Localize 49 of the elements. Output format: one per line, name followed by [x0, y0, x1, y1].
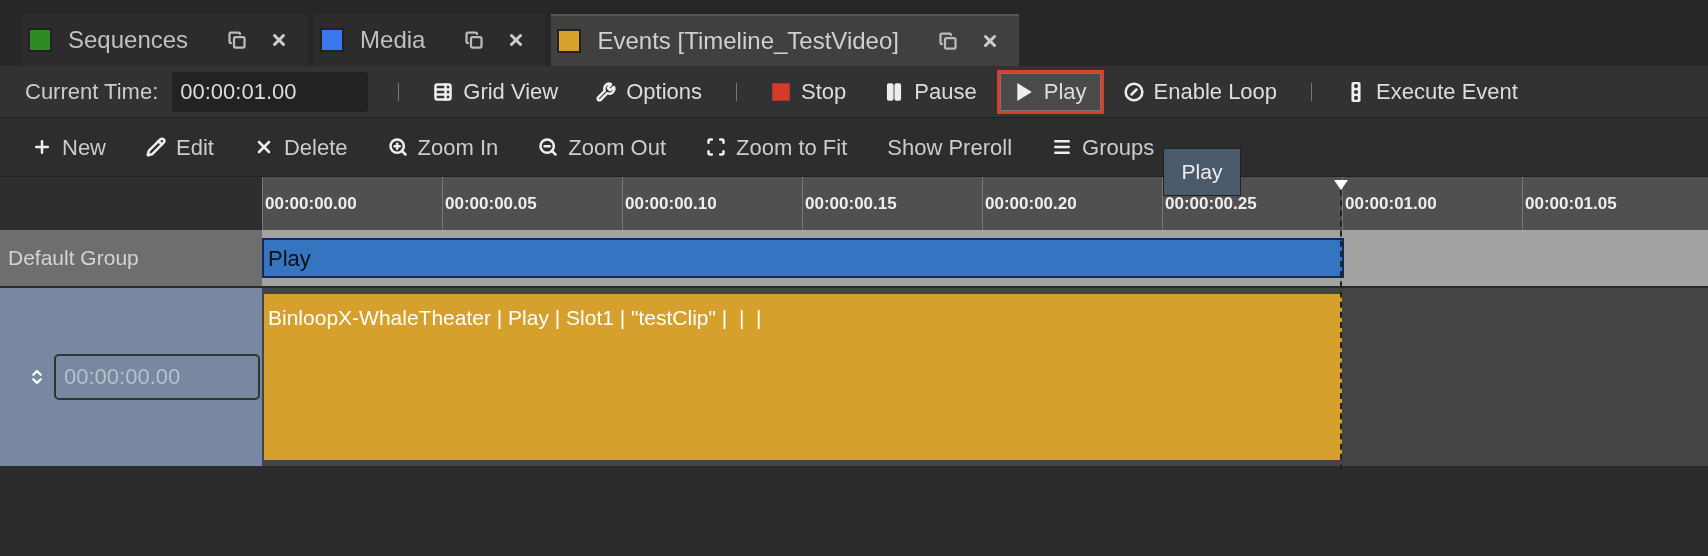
group-bar[interactable]: Play [262, 238, 1344, 278]
ruler-label: 00:00:00.20 [985, 192, 1077, 215]
tab[interactable]: Events [Timeline_TestVideo] [551, 14, 1019, 66]
ruler-label: 00:00:00.10 [625, 192, 717, 215]
zoom-in-icon [387, 137, 408, 157]
tooltip: Play [1163, 148, 1241, 196]
zoom-out-icon [538, 137, 559, 157]
ruler-label: 00:00:01.05 [1525, 192, 1617, 215]
current-time-label: Current Time: [25, 78, 159, 106]
restore-icon[interactable] [938, 32, 957, 50]
playhead-icon[interactable] [1334, 180, 1348, 190]
wrench-icon [596, 81, 617, 102]
toolbar-button[interactable]: New [32, 130, 106, 164]
stop-icon [771, 81, 792, 102]
group-label: Default Group [8, 245, 139, 272]
group-bar-label: Play [268, 244, 311, 273]
toolbar-button[interactable]: Stop [767, 69, 851, 114]
tab-label: Sequences [68, 25, 189, 55]
toolbar-button[interactable]: Play [996, 69, 1104, 114]
menu-icon [1052, 137, 1072, 157]
toolbar-button[interactable]: Zoom Out [538, 130, 667, 164]
tab-label: Media [360, 25, 426, 55]
toolbar-button[interactable]: Options [592, 69, 707, 114]
toolbar-button[interactable]: Groups [1052, 130, 1155, 164]
toolbar-button[interactable]: Zoom to Fit [706, 130, 848, 164]
tab[interactable]: Media [314, 14, 546, 66]
toolbar-button[interactable]: Delete [253, 130, 348, 164]
grid-icon [433, 81, 454, 102]
ruler-label: 00:00:00.15 [805, 192, 897, 215]
ruler-label: 00:00:01.00 [1345, 192, 1437, 215]
toolbar-button[interactable]: Pause [880, 69, 981, 114]
ruler-label: 00:00:00.05 [445, 192, 537, 215]
toolbar-button[interactable]: Enable Loop [1119, 69, 1282, 114]
loop-off-icon [1123, 81, 1144, 102]
plus-icon [32, 137, 52, 157]
event-label: BinloopX-WhaleTheater | Play | Slot1 | "testClip" | | | [268, 306, 762, 329]
toolbar-button[interactable]: Grid View [429, 69, 563, 114]
tab[interactable]: Sequences [22, 14, 309, 66]
ruler-label: 00:00:00.00 [265, 192, 357, 215]
tab-label: Events [Timeline_TestVideo] [597, 26, 899, 56]
toolbar-button[interactable]: Show Preroll [887, 130, 1012, 164]
restore-icon[interactable] [228, 31, 247, 49]
zoom-fit-icon [706, 137, 727, 157]
restore-icon[interactable] [465, 31, 484, 49]
current-time-field[interactable]: 00:00:01.00 [172, 71, 369, 112]
toolbar-button[interactable]: Execute Event [1342, 69, 1522, 114]
pencil-icon [146, 137, 166, 157]
toolbar-button[interactable]: Edit [146, 130, 214, 164]
toolbar-button[interactable]: Zoom In [387, 130, 499, 164]
